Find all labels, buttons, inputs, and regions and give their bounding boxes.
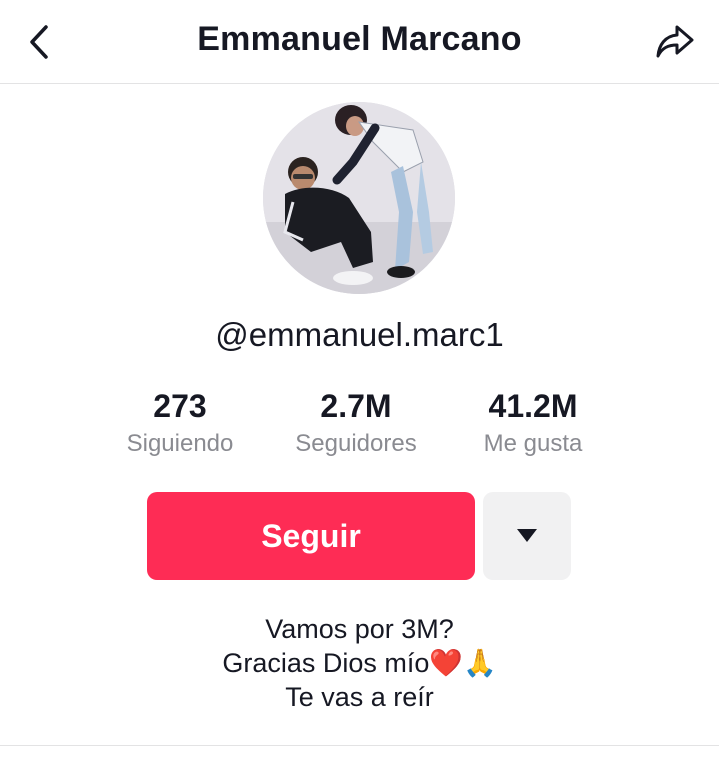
profile-photo — [263, 102, 455, 294]
stat-label: Me gusta — [483, 430, 583, 457]
divider — [0, 745, 719, 746]
stat-followers[interactable]: 2.7M Seguidores — [271, 386, 441, 460]
bio: Vamos por 3M? Gracias Dios mío❤️🙏 Te vas… — [0, 612, 719, 714]
stat-value: 273 — [153, 388, 207, 424]
more-options-button[interactable] — [483, 492, 571, 580]
username: @emmanuel.marc1 — [215, 316, 504, 353]
bio-line: Te vas a reír — [285, 682, 434, 712]
stat-value: 2.7M — [320, 388, 392, 424]
stat-following[interactable]: 273 Siguiendo — [95, 386, 265, 460]
top-bar: Emmanuel Marcano — [0, 0, 719, 84]
bio-line: Gracias Dios mío❤️🙏 — [222, 648, 497, 678]
stat-label: Seguidores — [295, 430, 417, 457]
stat-likes[interactable]: 41.2M Me gusta — [448, 386, 618, 460]
share-button[interactable] — [653, 20, 697, 64]
follow-button[interactable]: Seguir — [147, 492, 475, 580]
page-title: Emmanuel Marcano — [197, 20, 522, 58]
avatar[interactable] — [263, 102, 455, 294]
caret-down-icon — [517, 529, 537, 542]
bio-line: Vamos por 3M? — [265, 614, 454, 644]
stat-value: 41.2M — [488, 388, 578, 424]
stat-label: Siguiendo — [126, 430, 234, 457]
share-arrow-icon — [656, 25, 694, 58]
